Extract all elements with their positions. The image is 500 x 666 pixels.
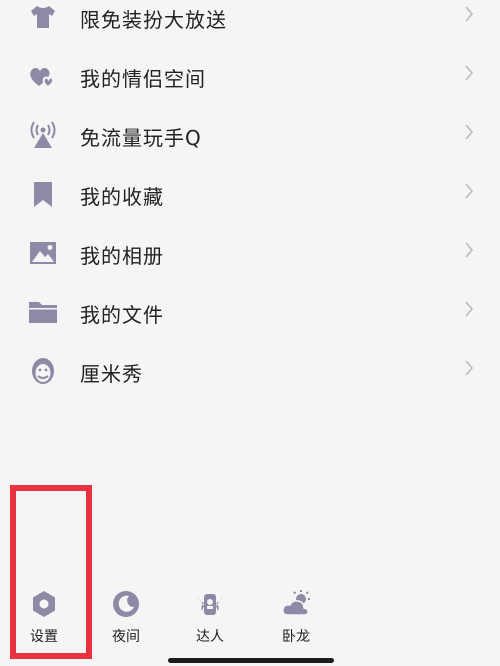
night-mode-button[interactable]: 夜间: [96, 588, 156, 650]
highlight-annotation-box: [10, 485, 92, 659]
menu-item-label: 我的情侣空间: [80, 67, 206, 91]
hearts-icon: [26, 59, 60, 93]
chevron-right-icon: [465, 124, 474, 140]
weather-button[interactable]: 卧龙: [266, 588, 326, 650]
menu-item-label: 我的文件: [80, 303, 164, 327]
chevron-right-icon: [465, 242, 474, 258]
menu-item-free-decoration[interactable]: 限免装扮大放送: [0, 0, 500, 46]
chevron-right-icon: [465, 65, 474, 81]
photo-icon: [26, 236, 60, 270]
chevron-right-icon: [465, 360, 474, 376]
menu-item-files[interactable]: 我的文件: [0, 283, 500, 341]
menu-item-album[interactable]: 我的相册: [0, 224, 500, 282]
chevron-right-icon: [465, 301, 474, 317]
avatar-face-icon: [26, 354, 60, 388]
menu-item-free-data[interactable]: 免流量玩手Q: [0, 106, 500, 164]
menu-item-label: 我的收藏: [80, 185, 164, 209]
winged-badge-icon: [197, 594, 223, 615]
menu-item-favorites[interactable]: 我的收藏: [0, 165, 500, 223]
night-mode-label: 夜间: [112, 629, 140, 645]
home-indicator[interactable]: [168, 658, 334, 663]
chevron-right-icon: [465, 6, 474, 22]
tshirt-icon: [26, 0, 60, 34]
weather-label: 卧龙: [282, 629, 310, 645]
menu-item-label: 我的相册: [80, 244, 164, 268]
menu-item-label: 免流量玩手Q: [80, 126, 202, 150]
expert-button[interactable]: 达人: [180, 588, 240, 650]
bookmark-icon: [26, 177, 60, 211]
cloud-sun-icon: [282, 590, 310, 616]
menu-item-label: 厘米秀: [80, 362, 143, 386]
signal-tower-icon: [26, 118, 60, 152]
chevron-right-icon: [465, 183, 474, 199]
menu-item-couple-space[interactable]: 我的情侣空间: [0, 47, 500, 105]
menu-item-cmshow[interactable]: 厘米秀: [0, 342, 500, 400]
expert-label: 达人: [196, 629, 224, 645]
menu-item-label: 限免装扮大放送: [80, 8, 227, 32]
folder-icon: [26, 295, 60, 329]
moon-icon: [113, 591, 139, 617]
